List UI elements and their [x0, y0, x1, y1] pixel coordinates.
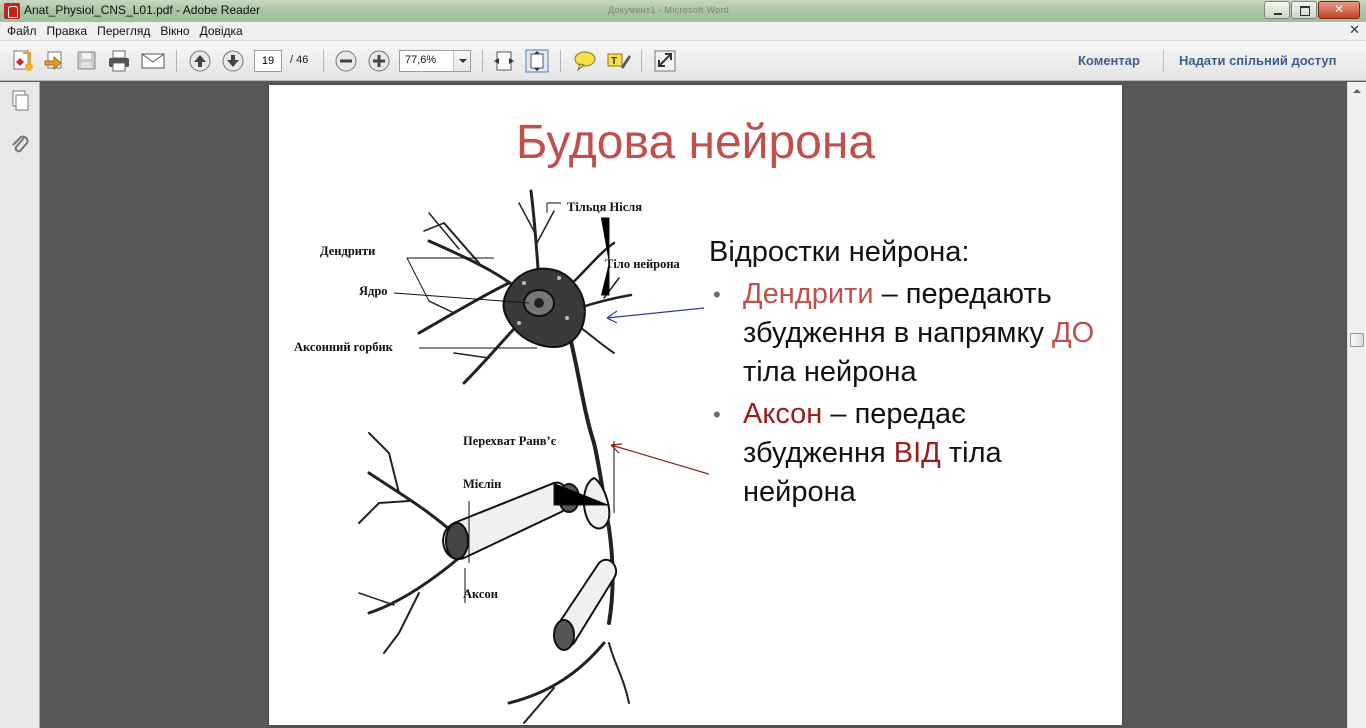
- highlight-icon[interactable]: T: [605, 49, 631, 73]
- label-axon: Аксон: [463, 587, 498, 601]
- zoom-in-icon[interactable]: [366, 49, 392, 73]
- label-cell-body: Тіло нейрона: [605, 257, 681, 271]
- restore-button[interactable]: [1291, 1, 1317, 19]
- term-axon: Аксон: [743, 398, 823, 430]
- label-nucleus: Ядро: [359, 284, 388, 298]
- window-title-bar: Anat_Physiol_CNS_L01.pdf - Adobe Reader …: [0, 0, 1366, 22]
- print-icon[interactable]: [106, 49, 132, 73]
- svg-text:T: T: [611, 56, 617, 67]
- bullet-axon: • Аксон – передає збудження ВІД тіла ней…: [709, 395, 1109, 512]
- bullet-dot-icon: •: [713, 402, 721, 427]
- open-file-icon[interactable]: [42, 49, 68, 73]
- next-page-icon[interactable]: [220, 49, 246, 73]
- attachments-icon[interactable]: [8, 132, 32, 156]
- toolbar: 19 / 46 77,6% T Коментар Надати спільний…: [0, 41, 1366, 81]
- fullscreen-icon[interactable]: [652, 49, 678, 73]
- neuron-diagram: Тільця Нісля Дендрити Тіло нейрона Ядро …: [294, 189, 709, 724]
- label-dendrites: Дендрити: [320, 244, 375, 258]
- scroll-thumb[interactable]: [1350, 333, 1364, 347]
- pdf-page: Будова нейрона Тільця Нісля Дендрити Тіл…: [269, 85, 1122, 725]
- term-dendrites: Дендрити: [743, 278, 874, 310]
- menu-bar: Файл Правка Перегляд Вікно Довідка ✕: [0, 22, 1366, 41]
- menu-help[interactable]: Довідка: [197, 24, 250, 38]
- navigation-pane: [0, 82, 40, 728]
- fit-page-icon[interactable]: [524, 49, 550, 73]
- page-total: / 46: [290, 54, 309, 66]
- bullet-dot-icon: •: [713, 282, 721, 307]
- comment-icon[interactable]: [572, 49, 598, 73]
- bullet1-emphasis: ДО: [1052, 317, 1095, 349]
- create-pdf-icon[interactable]: [10, 49, 36, 73]
- minimize-button[interactable]: [1264, 1, 1290, 19]
- menu-edit[interactable]: Правка: [44, 24, 95, 38]
- share-link[interactable]: Надати спільний доступ: [1179, 53, 1337, 68]
- scroll-up-icon[interactable]: [1349, 83, 1365, 99]
- slide-title: Будова нейрона: [515, 116, 876, 169]
- slide-bullets: Відростки нейрона: • Дендрити – передают…: [709, 233, 1109, 512]
- page-number-input[interactable]: 19: [254, 50, 282, 72]
- zoom-out-icon[interactable]: [333, 49, 359, 73]
- bullet1-text-b: тіла нейрона: [743, 356, 917, 388]
- adobe-reader-icon: [4, 3, 20, 19]
- close-button[interactable]: [1318, 1, 1360, 19]
- zoom-select[interactable]: 77,6%: [399, 50, 471, 72]
- label-axon-hillock: Аксонний горбик: [294, 340, 394, 354]
- vertical-scrollbar[interactable]: [1347, 82, 1366, 728]
- bullet2-emphasis: ВІД: [893, 437, 941, 469]
- bullet-dendrites: • Дендрити – передають збудження в напря…: [709, 275, 1109, 392]
- comment-link[interactable]: Коментар: [1078, 53, 1140, 68]
- menu-window[interactable]: Вікно: [157, 24, 196, 38]
- zoom-value: 77,6%: [405, 54, 437, 66]
- menu-file[interactable]: Файл: [4, 24, 44, 38]
- background-window-title: Документ1 - Microsoft Word: [608, 5, 730, 15]
- label-node-of-ranvier: Перехват Ранв’є: [463, 434, 557, 448]
- chevron-down-icon[interactable]: [453, 51, 470, 71]
- document-close-icon[interactable]: ✕: [1349, 23, 1360, 38]
- label-nissl-bodies: Тільця Нісля: [567, 200, 642, 214]
- window-title: Anat_Physiol_CNS_L01.pdf - Adobe Reader: [24, 3, 261, 17]
- page-thumbnails-icon[interactable]: [8, 89, 32, 113]
- email-icon[interactable]: [140, 49, 166, 73]
- fit-width-icon[interactable]: [491, 49, 517, 73]
- label-myelin: Мієлін: [463, 477, 501, 491]
- save-icon[interactable]: [74, 49, 100, 73]
- previous-page-icon[interactable]: [187, 49, 213, 73]
- menu-view[interactable]: Перегляд: [94, 24, 157, 38]
- bullets-lead: Відростки нейрона:: [709, 236, 970, 268]
